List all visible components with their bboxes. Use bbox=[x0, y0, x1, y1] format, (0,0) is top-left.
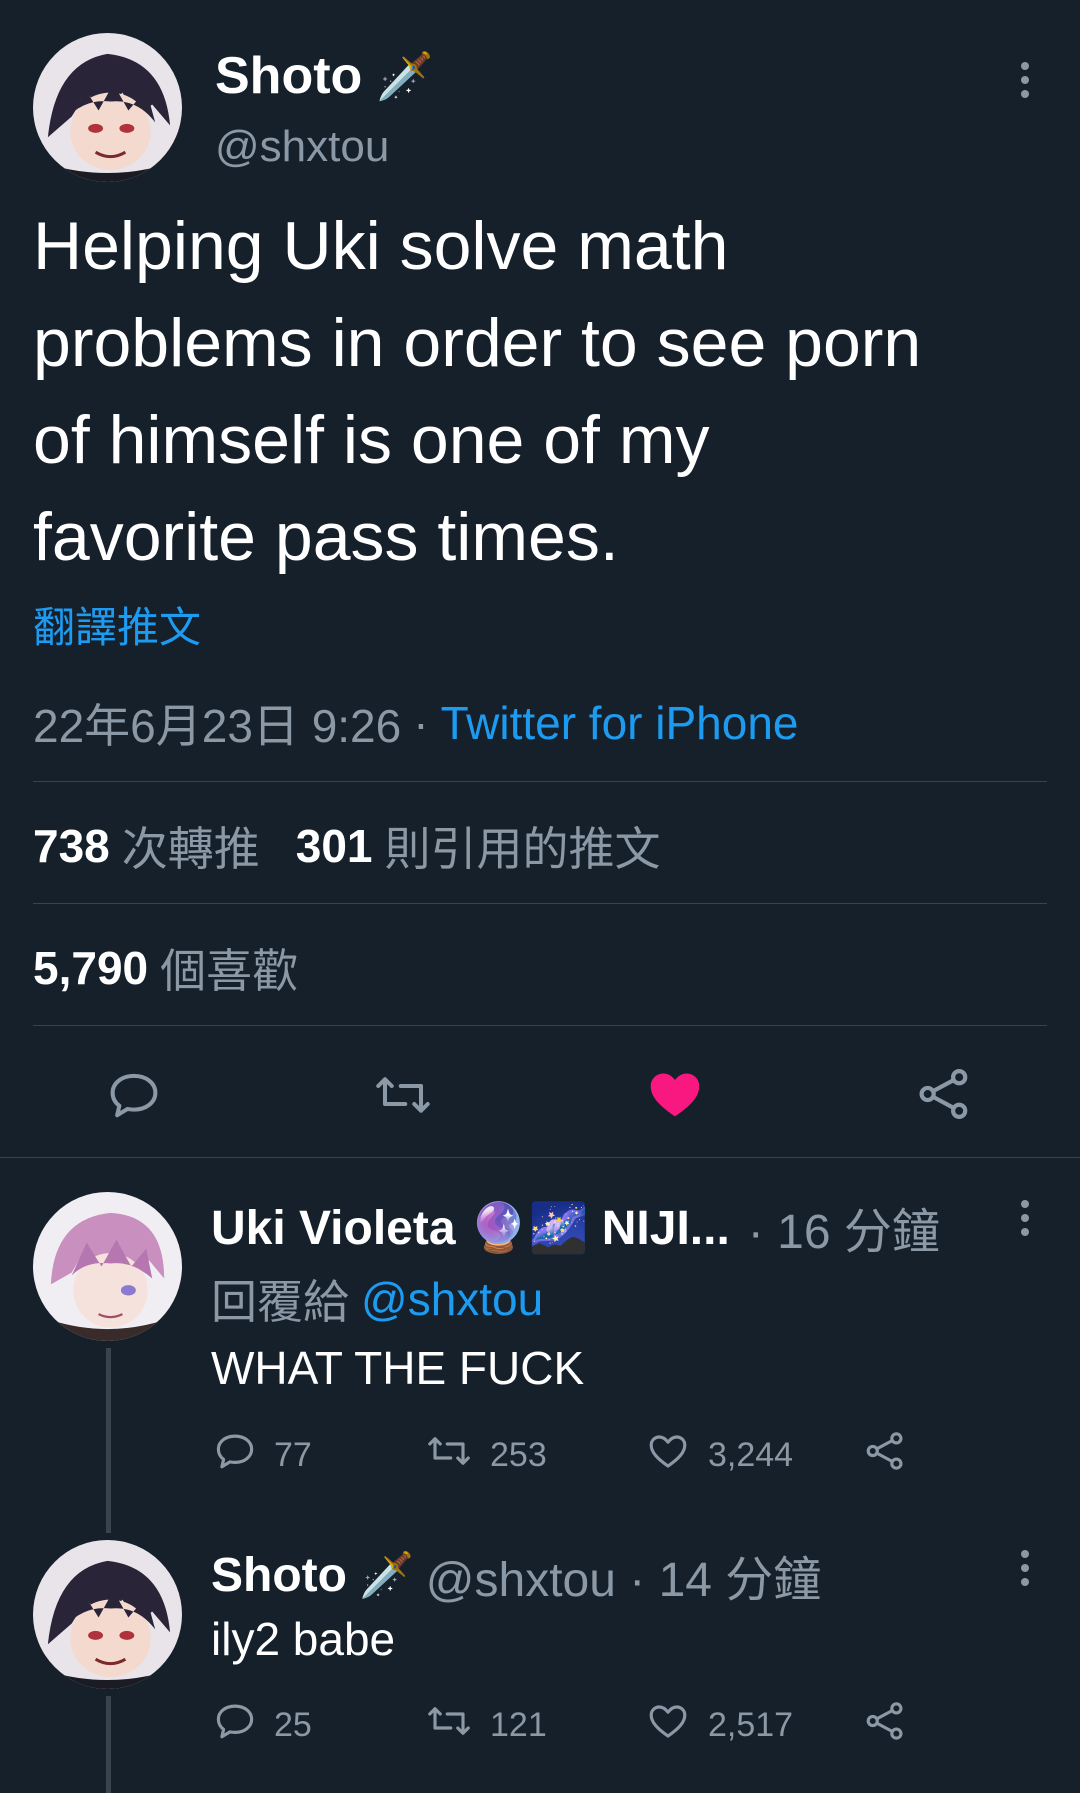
retweet-action[interactable]: 121 bbox=[426, 1700, 547, 1751]
reply-to-row: 回覆給 @shxtou bbox=[211, 1266, 543, 1332]
divider bbox=[0, 1157, 1080, 1158]
retweets-stat[interactable]: 738 次轉推 bbox=[33, 813, 260, 879]
avatar-image bbox=[33, 1540, 182, 1689]
retweets-count: 738 bbox=[33, 820, 110, 872]
main-author-row: Shoto 🗡️ bbox=[215, 46, 434, 106]
reply-icon[interactable] bbox=[107, 1068, 161, 1122]
thread-line bbox=[106, 1348, 111, 1533]
reply-to-label: 回覆給 bbox=[211, 1276, 349, 1328]
reply-header: Uki Violeta 🔮🌌 NIJI... · 16 分鐘 bbox=[211, 1192, 940, 1262]
meta-separator: · bbox=[413, 697, 429, 749]
avatar-shoto[interactable] bbox=[33, 33, 182, 182]
reply-icon bbox=[214, 1700, 256, 1751]
reply-header: Shoto 🗡️ @shxtou · 14 分鐘 bbox=[211, 1540, 821, 1610]
likes-count: 5,790 bbox=[33, 942, 149, 994]
tweet-timestamp[interactable]: 22年6月23日 9:26 bbox=[33, 690, 401, 756]
like-count: 2,517 bbox=[708, 1706, 794, 1744]
divider bbox=[33, 1025, 1047, 1026]
author-handle[interactable]: @shxtou bbox=[215, 122, 389, 172]
more-options-icon[interactable] bbox=[1020, 1200, 1030, 1242]
retweet-action[interactable]: 253 bbox=[426, 1430, 547, 1481]
tweet-text-line: of himself is one of my bbox=[33, 402, 710, 478]
more-options-icon[interactable] bbox=[1020, 62, 1030, 104]
tweet-meta: 22年6月23日 9:26 · Twitter for iPhone bbox=[33, 690, 799, 756]
reply-count: 25 bbox=[274, 1706, 312, 1744]
reply-action[interactable]: 25 bbox=[214, 1700, 312, 1751]
retweet-icon bbox=[426, 1700, 472, 1751]
like-icon-filled[interactable] bbox=[646, 1066, 704, 1122]
more-options-icon[interactable] bbox=[1020, 1550, 1030, 1592]
like-action[interactable]: 2,517 bbox=[646, 1700, 793, 1751]
reply-author-name[interactable]: Shoto bbox=[211, 1548, 347, 1603]
tweet-text-line: favorite pass times. bbox=[33, 499, 619, 575]
tweet-text-line: Helping Uki solve math bbox=[33, 208, 729, 284]
avatar-uki[interactable] bbox=[33, 1192, 182, 1341]
avatar-image bbox=[33, 33, 182, 182]
engagement-row: 738 次轉推 301 則引用的推文 bbox=[33, 813, 661, 879]
likes-stat[interactable]: 5,790 個喜歡 bbox=[33, 935, 298, 1001]
retweet-icon bbox=[426, 1430, 472, 1481]
reply-text: ily2 babe bbox=[211, 1613, 396, 1665]
tweet-source[interactable]: Twitter for iPhone bbox=[441, 696, 799, 750]
share-icon[interactable] bbox=[864, 1430, 906, 1472]
avatar-image bbox=[33, 1192, 182, 1341]
divider bbox=[33, 903, 1047, 904]
thread-line bbox=[106, 1696, 111, 1793]
retweet-count: 253 bbox=[490, 1436, 547, 1474]
retweet-icon[interactable] bbox=[373, 1068, 433, 1122]
likes-label: 個喜歡 bbox=[160, 945, 299, 997]
quotes-label: 則引用的推文 bbox=[384, 823, 661, 875]
reply-action[interactable]: 77 bbox=[214, 1430, 312, 1481]
retweets-label: 次轉推 bbox=[121, 823, 260, 875]
author-display-name[interactable]: Shoto bbox=[215, 46, 362, 106]
translate-tweet-link[interactable]: 翻譯推文 bbox=[33, 594, 201, 655]
reply-handle-time: @shxtou · 14 分鐘 bbox=[425, 1554, 822, 1607]
quotes-stat[interactable]: 301 則引用的推文 bbox=[296, 813, 661, 879]
reply-time: · 16 分鐘 bbox=[747, 1206, 940, 1259]
heart-outline-icon bbox=[646, 1430, 690, 1481]
quotes-count: 301 bbox=[295, 820, 373, 872]
like-count: 3,244 bbox=[708, 1436, 794, 1474]
reply-icon bbox=[214, 1430, 256, 1481]
share-icon[interactable] bbox=[916, 1066, 972, 1122]
retweet-count: 121 bbox=[490, 1706, 547, 1744]
reply-count: 77 bbox=[274, 1436, 312, 1474]
reply-text: WHAT THE FUCK bbox=[211, 1342, 585, 1394]
tweet-text: Helping Uki solve math problems in order… bbox=[33, 198, 921, 586]
reply-author-name[interactable]: Uki Violeta 🔮🌌 NIJI... bbox=[211, 1199, 730, 1256]
divider bbox=[33, 781, 1047, 782]
reply-to-handle[interactable]: @shxtou bbox=[361, 1272, 543, 1326]
avatar-shoto[interactable] bbox=[33, 1540, 182, 1689]
share-icon[interactable] bbox=[864, 1700, 906, 1742]
tweet-text-line: problems in order to see porn bbox=[33, 305, 922, 381]
heart-outline-icon bbox=[646, 1700, 690, 1751]
author-name-emoji: 🗡️ bbox=[358, 1551, 414, 1600]
author-name-emoji: 🗡️ bbox=[376, 49, 434, 102]
like-action[interactable]: 3,244 bbox=[646, 1430, 793, 1481]
